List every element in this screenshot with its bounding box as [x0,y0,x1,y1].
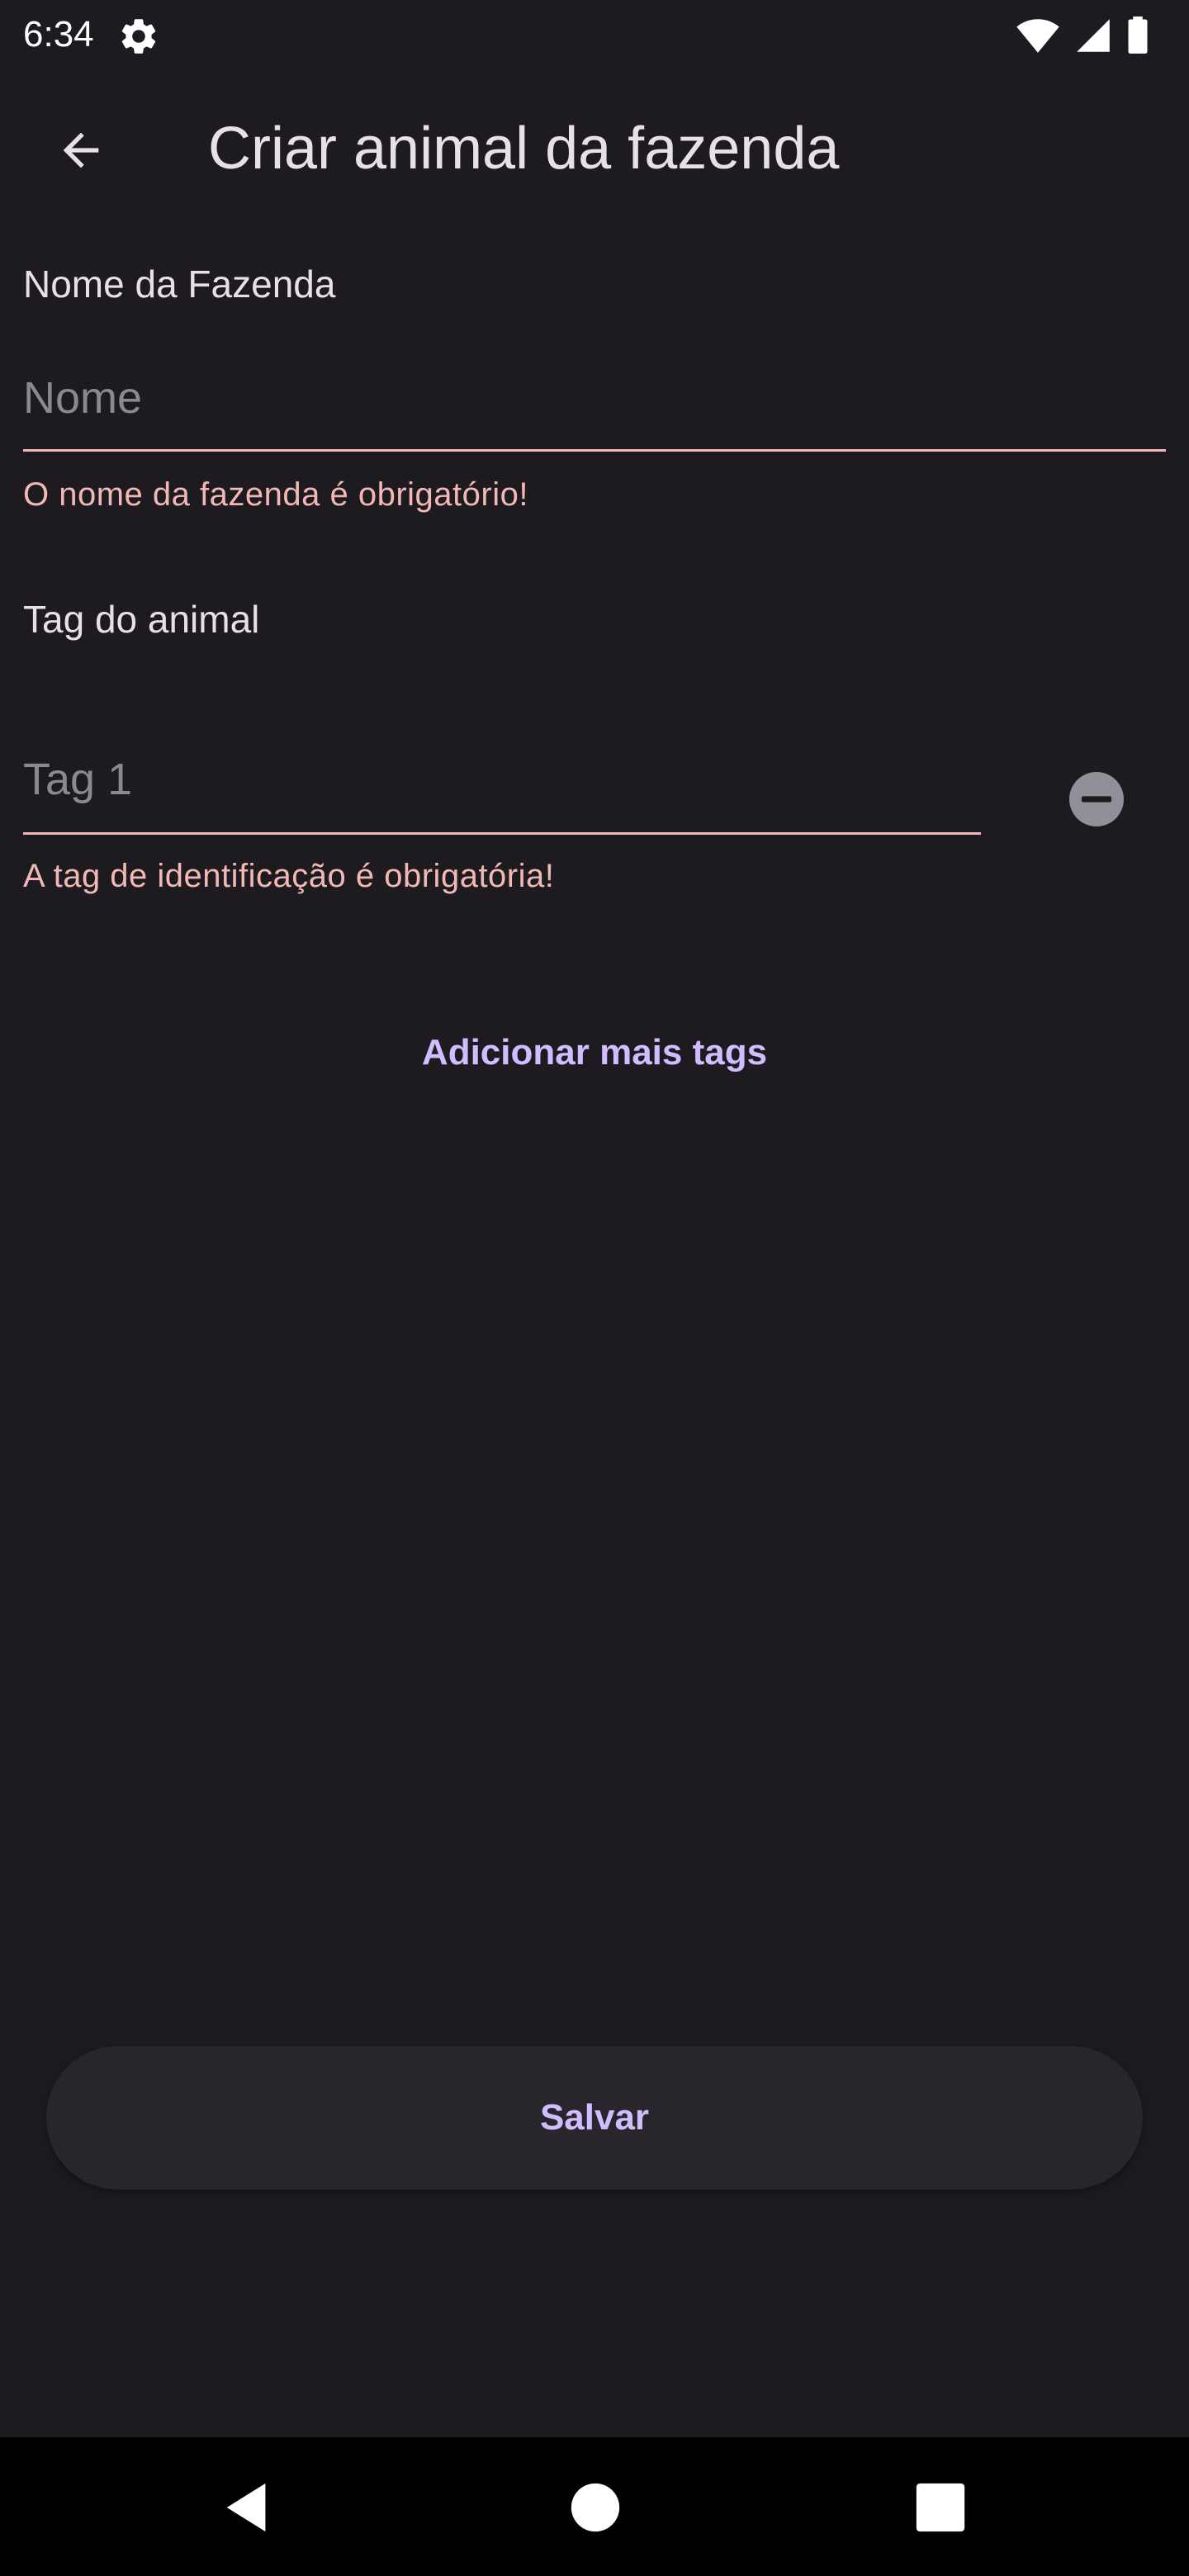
battery-icon [1128,17,1148,54]
tag-error: A tag de identificação é obrigatória! [23,858,555,894]
back-triangle-icon[interactable] [220,2479,277,2536]
farm-name-field [23,347,1166,452]
system-nav-bar [0,2437,1189,2576]
remove-tag-button[interactable] [1067,769,1126,829]
farm-name-input[interactable] [23,347,1166,449]
recents-square-icon[interactable] [912,2479,969,2536]
app-bar: Criar animal da fazenda [0,83,1189,215]
farm-name-label: Nome da Fazenda [23,263,336,305]
signal-icon [1077,19,1110,52]
wifi-icon [1016,19,1059,53]
page-title: Criar animal da fazenda [208,116,840,182]
save-button[interactable]: Salvar [46,2046,1143,2190]
settings-gear-icon [121,19,156,54]
farm-name-error: O nome da fazenda é obrigatório! [23,476,528,513]
status-icons [1016,15,1149,56]
tag-field [23,727,981,835]
back-button[interactable] [41,111,121,190]
animal-tag-label: Tag do animal [23,598,260,641]
home-circle-icon[interactable] [566,2479,624,2536]
status-bar: 6:34 [0,0,1189,69]
arrow-back-icon [63,132,99,168]
status-time: 6:34 [23,14,94,54]
tag-input[interactable] [23,727,981,832]
remove-circle-icon [1069,772,1124,826]
add-more-tags-button[interactable]: Adicionar mais tags [347,1016,842,1090]
